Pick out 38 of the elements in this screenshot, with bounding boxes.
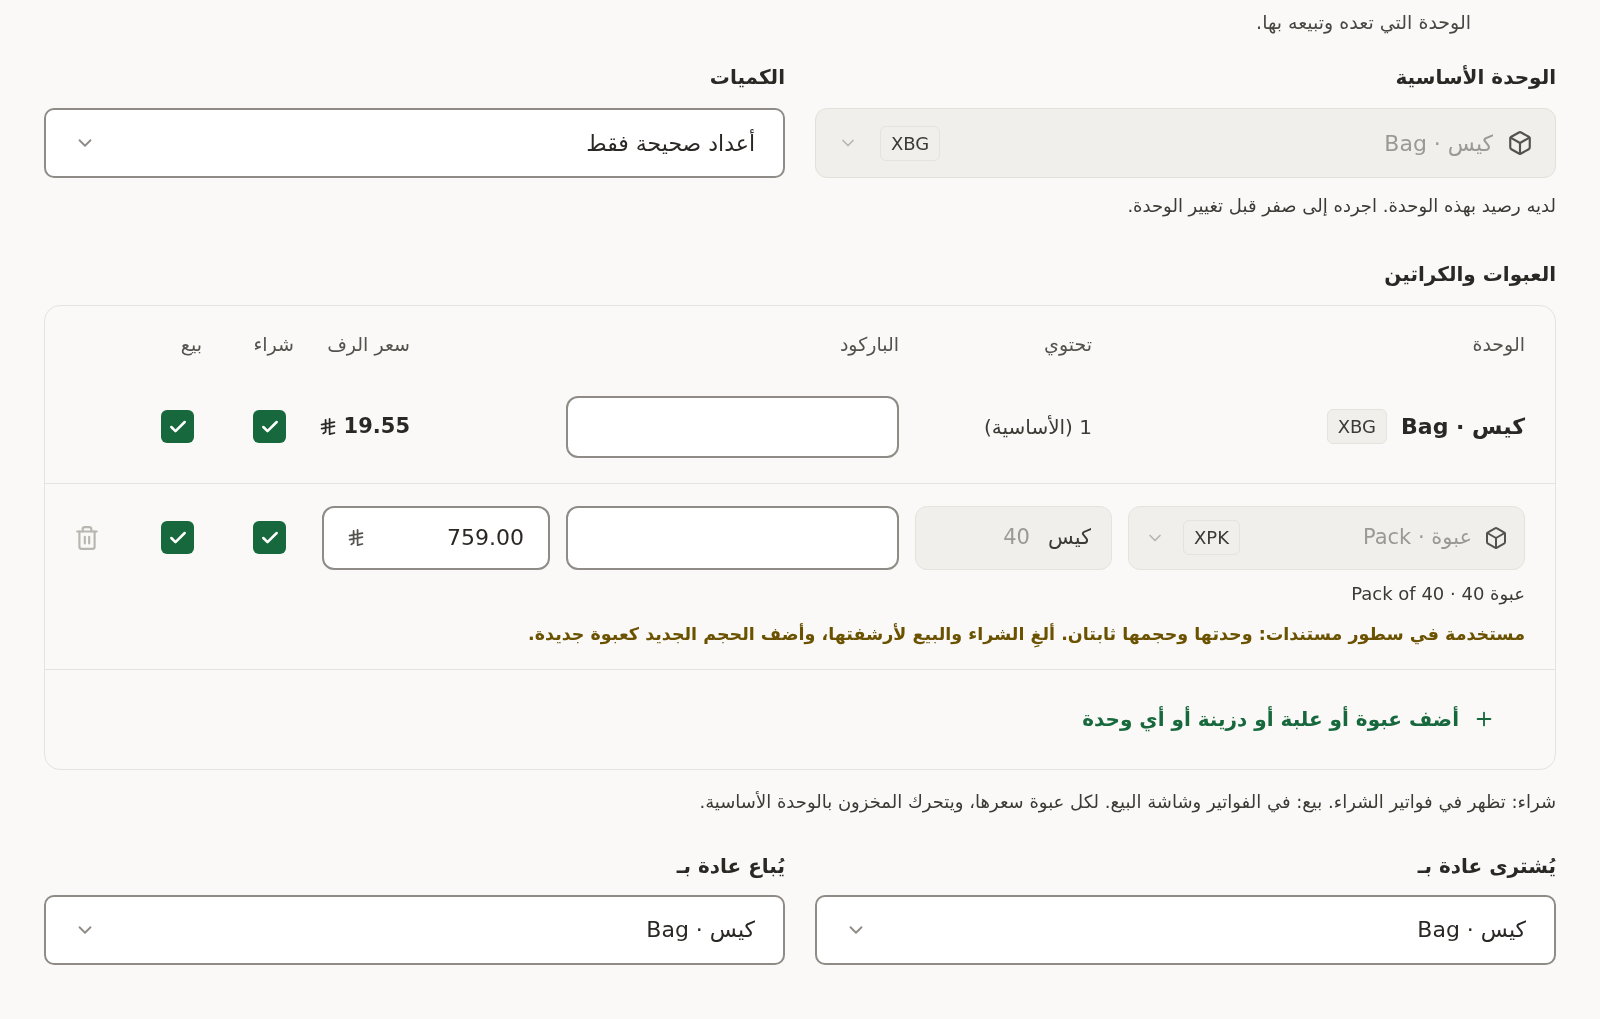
checkbox[interactable] xyxy=(253,521,286,554)
section-title: العبوات والكراتين xyxy=(1384,262,1556,286)
field-label: الكميات xyxy=(708,64,785,91)
barcode-field[interactable] xyxy=(566,505,899,570)
column-header: سعر الرف xyxy=(326,332,411,358)
barcode-field[interactable] xyxy=(566,395,899,458)
contains-text: 1 (الأساسية) xyxy=(982,413,1093,441)
unit-code: XBG xyxy=(880,125,941,161)
quantities-select[interactable]: أعداد صحيحة فقط xyxy=(44,108,785,178)
add-unit-link[interactable]: أضف عبوة أو علبة أو دزينة أو أي وحدة xyxy=(1082,704,1495,735)
riyal-sign-icon xyxy=(319,417,336,436)
help-note: شراء: تظهر في فواتير الشراء. بيع: في الفواتير وشاشة البيع. لكل عبوة سعرها، ويتحرك المخزون بالوحدة الأساسية. xyxy=(699,790,1556,812)
price-field[interactable]: 759.00 xyxy=(322,505,550,570)
box-icon xyxy=(1484,525,1508,550)
field-label: يُشترى عادة بـ xyxy=(1416,852,1556,880)
unit-subtitle: عبوة 40 · Pack of 40 xyxy=(1351,582,1525,604)
column-header: شراء xyxy=(252,332,295,358)
column-header: الباركود xyxy=(838,332,899,358)
unit-name: كيس · Bag xyxy=(1401,413,1525,441)
unit-select[interactable]: كيس · Bag xyxy=(815,894,1556,965)
field-label: الوحدة الأساسية xyxy=(1394,64,1556,91)
unit-select[interactable]: كيس · Bag xyxy=(44,894,785,965)
column-header: الوحدة xyxy=(1471,332,1525,358)
checkbox[interactable] xyxy=(161,521,194,554)
box-icon xyxy=(1507,130,1533,156)
unit-code: XBG xyxy=(1326,409,1388,444)
checkbox[interactable] xyxy=(161,410,194,443)
column-header: بيع xyxy=(179,332,203,358)
field-label: يُباع عادة بـ xyxy=(675,852,785,880)
column-header: تحتوي xyxy=(1043,332,1093,358)
contains-unit: كيس xyxy=(1047,523,1091,551)
warning-note: لديه رصيد بهذه الوحدة. اجرده إلى صفر قبل تغيير الوحدة. xyxy=(1127,195,1556,216)
unit-code: XPK xyxy=(1183,520,1240,555)
riyal-sign-icon xyxy=(348,528,364,547)
contains-quantity: 40 xyxy=(1003,523,1030,551)
intro-text: الوحدة التي تعده وتبيعه بها. xyxy=(1256,9,1471,36)
checkbox[interactable] xyxy=(253,410,286,443)
price-text: 19.55 xyxy=(343,412,410,440)
